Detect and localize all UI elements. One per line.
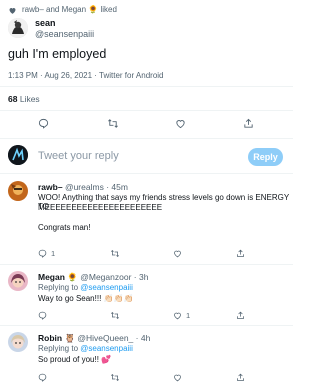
reply-header: Megan 🌻 @Meganzoor · 3h <box>38 272 148 283</box>
divider <box>0 325 293 326</box>
likes-count: 68 <box>8 94 18 104</box>
reply-text-line: So proud of you!! 💕 <box>38 355 112 364</box>
reply-avatar[interactable] <box>8 181 28 201</box>
reply-name[interactable]: Megan 🌻 <box>38 272 78 282</box>
share-icon[interactable] <box>243 118 254 129</box>
author-handle[interactable]: @seansenpaiii <box>35 29 94 39</box>
composer-avatar[interactable] <box>8 145 28 165</box>
divider <box>0 264 293 265</box>
replying-to-label: Replying to <box>38 283 79 292</box>
author-name[interactable]: sean <box>35 18 56 28</box>
replying-to-handle[interactable]: @seansenpaiii <box>80 283 133 292</box>
tweet-timestamp[interactable]: 1:13 PM · Aug 26, 2021 · Twitter for And… <box>8 71 164 80</box>
reply-avatar[interactable] <box>8 271 28 291</box>
reply-icon[interactable] <box>38 118 49 129</box>
retweet-icon[interactable] <box>110 311 120 320</box>
composer-input[interactable]: Tweet your reply <box>38 150 119 162</box>
share-icon[interactable] <box>236 311 245 320</box>
reply-button[interactable]: Reply <box>248 148 283 166</box>
retweet-icon[interactable] <box>107 118 119 129</box>
reply-time[interactable]: · 4h <box>136 333 151 343</box>
like-icon[interactable] <box>173 249 182 258</box>
reply-count: 1 <box>51 249 56 258</box>
author-avatar[interactable] <box>8 18 28 38</box>
replying-to-handle[interactable]: @seansenpaiii <box>80 344 133 353</box>
divider <box>0 173 293 174</box>
reply-time[interactable]: · 45m <box>106 182 128 192</box>
reply-handle[interactable]: @HiveQueen_ <box>77 333 133 343</box>
likes-label: Likes <box>19 94 40 104</box>
reply-handle[interactable]: @Meganzoor <box>80 272 131 282</box>
reply-icon[interactable] <box>38 311 47 320</box>
divider <box>0 138 293 139</box>
share-icon[interactable] <box>236 373 245 382</box>
tweet-text: guh I'm employed <box>8 47 107 61</box>
divider <box>0 110 293 111</box>
reply-header: rawb– @urealms · 45m <box>38 182 128 192</box>
replying-to: Replying to @seansenpaiii <box>38 283 133 292</box>
reply-name[interactable]: rawb– <box>38 182 63 192</box>
retweet-icon[interactable] <box>110 373 120 382</box>
reply-text-line: MEEEEEEEEEEEEEEEEEEEEEE <box>38 203 163 212</box>
retweet-icon[interactable] <box>110 249 120 258</box>
replying-to: Replying to @seansenpaiii <box>38 344 133 353</box>
like-icon[interactable] <box>175 118 186 129</box>
reply-text-line: Way to go Sean!!! 👏🏻👏🏻👏🏻 <box>38 294 134 303</box>
reply-name[interactable]: Robin 🦉 <box>38 333 75 343</box>
heart-icon <box>9 8 16 14</box>
replying-to-label: Replying to <box>38 344 79 353</box>
likes-stat[interactable]: 68 Likes <box>8 94 40 104</box>
reply-icon[interactable] <box>38 373 47 382</box>
like-count: 1 <box>186 311 191 320</box>
liked-banner-text: rawb– and Megan 🌻 liked <box>22 5 117 14</box>
reply-text-line: Congrats man! <box>38 223 91 232</box>
reply-icon[interactable] <box>38 249 47 258</box>
like-icon[interactable] <box>173 311 182 320</box>
reply-avatar[interactable] <box>8 332 28 352</box>
reply-header: Robin 🦉 @HiveQueen_ · 4h <box>38 333 150 344</box>
like-icon[interactable] <box>173 373 182 382</box>
reply-time[interactable]: · 3h <box>134 272 149 282</box>
reply-handle[interactable]: @urealms <box>65 182 104 192</box>
divider <box>0 86 293 87</box>
share-icon[interactable] <box>236 249 245 258</box>
